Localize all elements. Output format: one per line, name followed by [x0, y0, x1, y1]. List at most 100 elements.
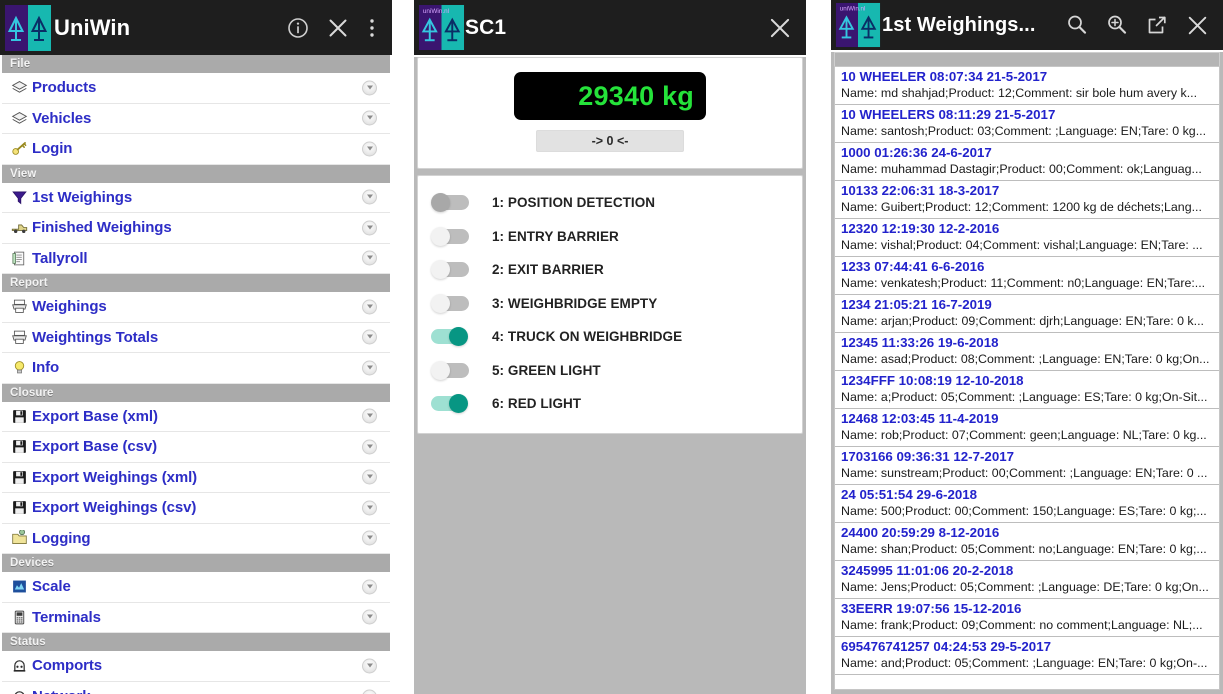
menu-item-export-weighings-csv[interactable]: Export Weighings (csv) — [2, 493, 390, 524]
weighing-list-item[interactable]: 12320 12:19:30 12-2-2016 Name: vishal;Pro… — [835, 219, 1219, 257]
chevron-down-icon[interactable] — [362, 110, 377, 126]
menu-item-label: Export Base (csv) — [32, 438, 158, 456]
weighing-list-item[interactable]: 10 WHEELER 08:07:34 21-5-2017 Name: md sh… — [835, 67, 1219, 105]
weighing-list-item[interactable]: 24 05:51:54 29-6-2018 Name: 500;Product: … — [835, 485, 1219, 523]
menu-item-label: Export Weighings (csv) — [32, 499, 197, 517]
io-point-label: 1: POSITION DETECTION — [492, 195, 656, 211]
menu-item-login[interactable]: Login — [2, 134, 390, 165]
menu-item-export-base-csv[interactable]: Export Base (csv) — [2, 432, 390, 463]
search-icon[interactable] — [1057, 2, 1097, 48]
menu-item-label: Comports — [32, 657, 103, 675]
menu-item-logging[interactable]: Logging — [2, 523, 390, 554]
weighing-ticket-id: 695476741257 04:24:53 29-5-2017 — [841, 639, 1051, 654]
chevron-down-icon[interactable] — [362, 658, 377, 674]
connector-icon — [9, 687, 29, 694]
close-icon[interactable] — [1177, 2, 1217, 48]
weighing-list-item[interactable]: 12468 12:03:45 11-4-2019 Name: rob;Produc… — [835, 409, 1219, 447]
weighings-body: 10 WHEELER 08:07:34 21-5-2017 Name: md sh… — [831, 52, 1223, 694]
io-toggle-switch[interactable] — [431, 293, 471, 313]
weighing-details: Name: Guibert;Product: 12;Comment: 1200 … — [841, 200, 1202, 214]
weighing-list-item[interactable]: 1234 21:05:21 16-7-2019 Name: arjan;Produ… — [835, 295, 1219, 333]
io-point-row[interactable]: 6: RED LIGHT — [418, 387, 802, 421]
scale-sc1-window: uniWin.nl SC1 29340 kg -> 0 <- 1: POSITI… — [414, 0, 806, 694]
menu-item-weightings-totals[interactable]: Weightings Totals — [2, 322, 390, 353]
main-menu-list[interactable]: File Products Vehicles Login View 1st Weighin… — [0, 55, 392, 694]
close-icon[interactable] — [760, 5, 800, 51]
menu-item-export-weighings-xml[interactable]: Export Weighings (xml) — [2, 462, 390, 493]
io-toggle-switch[interactable] — [431, 226, 471, 246]
weighing-list-item[interactable]: 12345 11:33:26 19-6-2018 Name: asad;Produ… — [835, 333, 1219, 371]
menu-item-label: Info — [32, 359, 60, 377]
share-icon[interactable] — [1137, 2, 1177, 48]
menu-item-comports[interactable]: Comports — [2, 651, 390, 682]
weighing-list-item[interactable]: 1000 01:26:36 24-6-2017 Name: muhammad Da… — [835, 143, 1219, 181]
menu-item-finished-weighings[interactable]: Finished Weighings — [2, 213, 390, 244]
io-point-row[interactable]: 2: EXIT BARRIER — [418, 253, 802, 287]
chevron-down-icon[interactable] — [362, 189, 377, 205]
io-point-row[interactable]: 1: POSITION DETECTION — [418, 186, 802, 220]
io-toggle-switch[interactable] — [431, 360, 471, 380]
io-point-row[interactable]: 4: TRUCK ON WEIGHBRIDGE — [418, 320, 802, 354]
menu-item-tallyroll[interactable]: Tallyroll — [2, 243, 390, 274]
menu-item-weighings[interactable]: Weighings — [2, 292, 390, 323]
weighing-list-item[interactable]: 1233 07:44:41 6-6-2016 Name: venkatesh;Pr… — [835, 257, 1219, 295]
menu-section-header: Closure — [2, 383, 390, 402]
menu-section-header: Status — [2, 633, 390, 651]
menu-item-info[interactable]: Info — [2, 353, 390, 384]
weighing-list-item[interactable]: 10133 22:06:31 18-3-2017 Name: Guibert;Pr… — [835, 181, 1219, 219]
chevron-down-icon[interactable] — [362, 299, 377, 315]
menu-section-header: Report — [2, 274, 390, 292]
close-icon[interactable] — [318, 5, 358, 51]
weighing-list-item[interactable]: 24400 20:59:29 8-12-2016 Name: shan;Produ… — [835, 523, 1219, 561]
io-point-row[interactable]: 5: GREEN LIGHT — [418, 354, 802, 388]
weighing-list-item[interactable]: 3245995 11:01:06 20-2-2018 Name: Jens;Pro… — [835, 561, 1219, 599]
chevron-down-icon[interactable] — [362, 439, 377, 455]
weighing-list-item[interactable]: 33EERR 19:07:56 15-12-2016 Name: frank;Pr… — [835, 599, 1219, 637]
weighing-details: Name: Jens;Product: 05;Comment: ;Languag… — [841, 580, 1209, 594]
menu-item-network[interactable]: Network — [2, 681, 390, 694]
weighing-list-item[interactable]: 10 WHEELERS 08:11:29 21-5-2017 Name: sant… — [835, 105, 1219, 143]
chevron-down-icon[interactable] — [362, 80, 377, 96]
menu-item-vehicles[interactable]: Vehicles — [2, 103, 390, 134]
weighing-ticket-id: 24 05:51:54 29-6-2018 — [841, 487, 978, 502]
chevron-down-icon[interactable] — [362, 141, 377, 157]
io-toggle-switch[interactable] — [431, 327, 471, 347]
weighing-details: Name: shan;Product: 05;Comment: no;Langu… — [841, 542, 1207, 556]
chevron-down-icon[interactable] — [362, 220, 377, 236]
weighings-list[interactable]: 10 WHEELER 08:07:34 21-5-2017 Name: md sh… — [834, 66, 1220, 690]
menu-item-scale[interactable]: Scale — [2, 572, 390, 603]
chevron-down-icon[interactable] — [362, 609, 377, 625]
menu-item-terminals[interactable]: Terminals — [2, 602, 390, 633]
chevron-down-icon[interactable] — [362, 579, 377, 595]
right-window-title: 1st Weighings... — [882, 13, 1036, 36]
mid-window-title: SC1 — [465, 15, 507, 39]
io-point-row[interactable]: 3: WEIGHBRIDGE EMPTY — [418, 287, 802, 321]
menu-item-products[interactable]: Products — [2, 73, 390, 104]
zoom-search-icon[interactable] — [1097, 2, 1137, 48]
chevron-down-icon[interactable] — [362, 360, 377, 376]
io-toggle-switch[interactable] — [431, 394, 471, 414]
weighing-list-item[interactable]: 695476741257 04:24:53 29-5-2017 Name: and… — [835, 637, 1219, 675]
menu-item-1st-weighings[interactable]: 1st Weighings — [2, 182, 390, 213]
zero-button[interactable]: -> 0 <- — [536, 130, 684, 152]
weighing-list-item[interactable]: 1703166 09:36:31 12-7-2017 Name: sunstrea… — [835, 447, 1219, 485]
info-icon[interactable] — [278, 5, 318, 51]
menu-item-label: Weightings Totals — [32, 328, 159, 346]
chevron-down-icon[interactable] — [362, 408, 377, 424]
overflow-menu-icon[interactable] — [358, 5, 386, 51]
chevron-down-icon[interactable] — [362, 500, 377, 516]
funnel-icon — [9, 187, 29, 207]
chevron-down-icon[interactable] — [362, 689, 377, 694]
weighing-list-item[interactable]: 1234FFF 10:08:19 12-10-2018 Name: a;Produ… — [835, 371, 1219, 409]
io-toggle-switch[interactable] — [431, 260, 471, 280]
io-toggle-switch[interactable] — [431, 193, 471, 213]
chevron-down-icon[interactable] — [362, 329, 377, 345]
io-point-row[interactable]: 1: ENTRY BARRIER — [418, 220, 802, 254]
io-points-card: 1: POSITION DETECTION 1: ENTRY BARRIER 2: … — [417, 175, 803, 434]
io-point-label: 2: EXIT BARRIER — [492, 262, 604, 278]
chevron-down-icon[interactable] — [362, 530, 377, 546]
chevron-down-icon[interactable] — [362, 250, 377, 266]
chevron-down-icon[interactable] — [362, 469, 377, 485]
weighing-ticket-id: 24400 20:59:29 8-12-2016 — [841, 525, 1000, 540]
menu-item-export-base-xml[interactable]: Export Base (xml) — [2, 401, 390, 432]
